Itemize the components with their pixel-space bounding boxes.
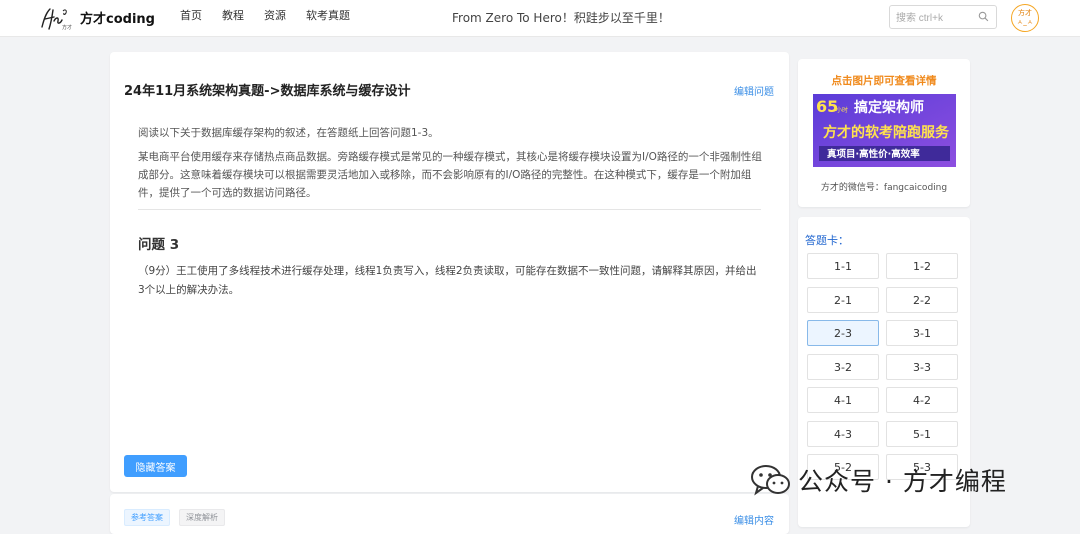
problem-text: （9分）王工使用了多线程技术进行缓存处理，线程1负责写入，线程2负责读取，可能存… [138,265,757,296]
answer-card-title: 答题卡： [805,234,849,247]
promo-header: 点击图片即可查看详情 [831,75,937,87]
divider [138,209,761,210]
answer-card-item-1-1[interactable]: 1-1 [807,253,879,279]
top-navigation-bar: 方才 方才coding 首页 教程 资源 软考真题 From Zero To H… [0,0,1080,37]
avatar-face: ㅅ_ㅅ [1016,18,1034,26]
hide-answer-button[interactable]: 隐藏答案 [124,455,187,477]
nav-resources[interactable]: 资源 [254,0,296,36]
banner-title: 方才的软考陪跑服务 [823,124,950,141]
question-intro: 阅读以下关于数据库缓存架构的叙述，在答题纸上回答问题1-3。 [138,127,439,139]
promo-card: 点击图片即可查看详情 65 小时 搞定架构师 方才的软考陪跑服务 真项目·高性价… [798,59,970,207]
edit-question-link[interactable]: 编辑问题 [734,83,774,98]
user-avatar[interactable]: 方才 ㅅ_ㅅ [1011,4,1039,32]
answer-card-item-1-2[interactable]: 1-2 [886,253,958,279]
nav-tutorials[interactable]: 教程 [212,0,254,36]
tab-reference-answer[interactable]: 参考答案 [124,509,170,526]
main-nav: 首页 教程 资源 软考真题 [170,0,360,36]
answer-card-item-4-1[interactable]: 4-1 [807,387,879,413]
question-description: 某电商平台使用缓存来存储热点商品数据。旁路缓存模式是常见的一种缓存模式，其核心是… [138,151,762,199]
problem-title: 问题 3 [138,237,180,253]
question-title: 24年11月系统架构真题->数据库系统与缓存设计 [124,84,411,99]
answer-card-item-3-1[interactable]: 3-1 [886,320,958,346]
answer-card-item-4-3[interactable]: 4-3 [807,421,879,447]
brand-name[interactable]: 方才coding [80,8,155,27]
answer-card-item-5-1[interactable]: 5-1 [886,421,958,447]
question-card: 24年11月系统架构真题->数据库系统与缓存设计 编辑问题 阅读以下关于数据库缓… [110,52,789,492]
tab-deep-analysis[interactable]: 深度解析 [179,509,225,526]
banner-hours: 65 [816,97,838,116]
answer-card-item-3-3[interactable]: 3-3 [886,354,958,380]
wechat-official-account-watermark: 公众号 · 方才编程 [748,462,1007,498]
nav-exam-questions[interactable]: 软考真题 [296,0,360,36]
promo-banner-image[interactable]: 65 小时 搞定架构师 方才的软考陪跑服务 真项目·高性价·高效率 [813,94,956,167]
banner-hours-unit: 小时 [836,106,848,114]
answer-card-item-2-2[interactable]: 2-2 [886,287,958,313]
wechat-icon [751,465,790,496]
answer-card-item-3-2[interactable]: 3-2 [807,354,879,380]
nav-home[interactable]: 首页 [170,0,212,36]
wechat-id-text: 方才的微信号：fangcaicoding [820,183,948,193]
search-box [889,5,997,29]
site-slogan: From Zero To Hero！积跬步以至千里！ [452,11,670,25]
svg-text:方才: 方才 [62,24,72,31]
watermark-text: 公众号 · 方才编程 [798,467,1007,496]
site-logo-icon[interactable]: 方才 [38,5,72,33]
search-icon[interactable] [978,11,989,22]
avatar-text: 方才 [1018,9,1032,17]
answer-card-item-2-1[interactable]: 2-1 [807,287,879,313]
answer-card-item-4-2[interactable]: 4-2 [886,387,958,413]
answer-card-item-2-3[interactable]: 2-3 [807,320,879,346]
answer-section-card: 参考答案 深度解析 编辑内容 [110,494,789,534]
search-input[interactable] [890,8,982,29]
banner-features: 真项目·高性价·高效率 [827,148,920,160]
edit-content-link[interactable]: 编辑内容 [734,512,774,527]
banner-slogan: 搞定架构师 [854,99,924,116]
